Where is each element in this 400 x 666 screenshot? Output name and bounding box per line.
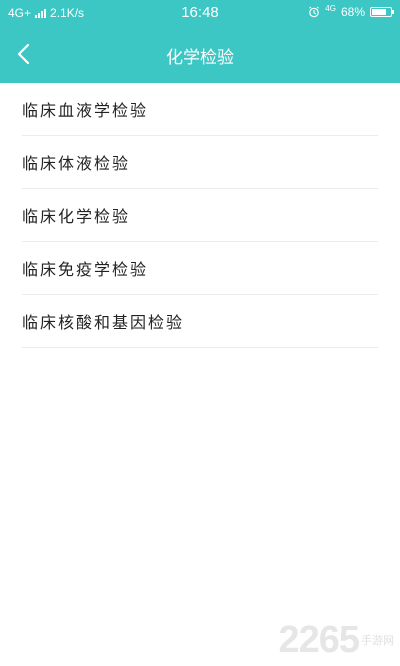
list-item[interactable]: 临床血液学检验 xyxy=(22,83,378,136)
category-list: 临床血液学检验 临床体液检验 临床化学检验 临床免疫学检验 临床核酸和基因检验 xyxy=(0,83,400,348)
watermark-logo: 2265 手游网 xyxy=(278,619,394,662)
page-title: 化学检验 xyxy=(166,48,234,68)
list-item[interactable]: 临床化学检验 xyxy=(22,189,378,242)
alarm-icon xyxy=(309,6,320,18)
battery-icon xyxy=(370,7,394,17)
list-item[interactable]: 临床核酸和基因检验 xyxy=(22,295,378,348)
list-item[interactable]: 临床体液检验 xyxy=(22,136,378,189)
list-item-label: 临床血液学检验 xyxy=(22,101,149,120)
list-item-label: 临床化学检验 xyxy=(22,207,131,226)
watermark-suffix: 手游网 xyxy=(361,633,394,647)
list-item-label: 临床体液检验 xyxy=(22,154,131,173)
app-screen: 4G+ 2.1K/s 16:48 4G 68% 化学检验 临床血液学检验 临床体… xyxy=(0,0,400,666)
watermark-number: 2265 xyxy=(278,619,360,661)
status-bar: 4G+ 2.1K/s 16:48 4G 68% xyxy=(0,0,400,26)
list-item[interactable]: 临床免疫学检验 xyxy=(22,242,378,295)
status-right: 4G 68% xyxy=(308,4,394,19)
net-badge: 4G xyxy=(325,4,336,13)
list-item-label: 临床免疫学检验 xyxy=(22,260,149,279)
header: 4G+ 2.1K/s 16:48 4G 68% 化学检验 xyxy=(0,0,400,83)
list-item-label: 临床核酸和基因检验 xyxy=(22,313,185,332)
nav-bar: 化学检验 xyxy=(0,26,400,83)
battery-percent: 68% xyxy=(340,5,365,19)
